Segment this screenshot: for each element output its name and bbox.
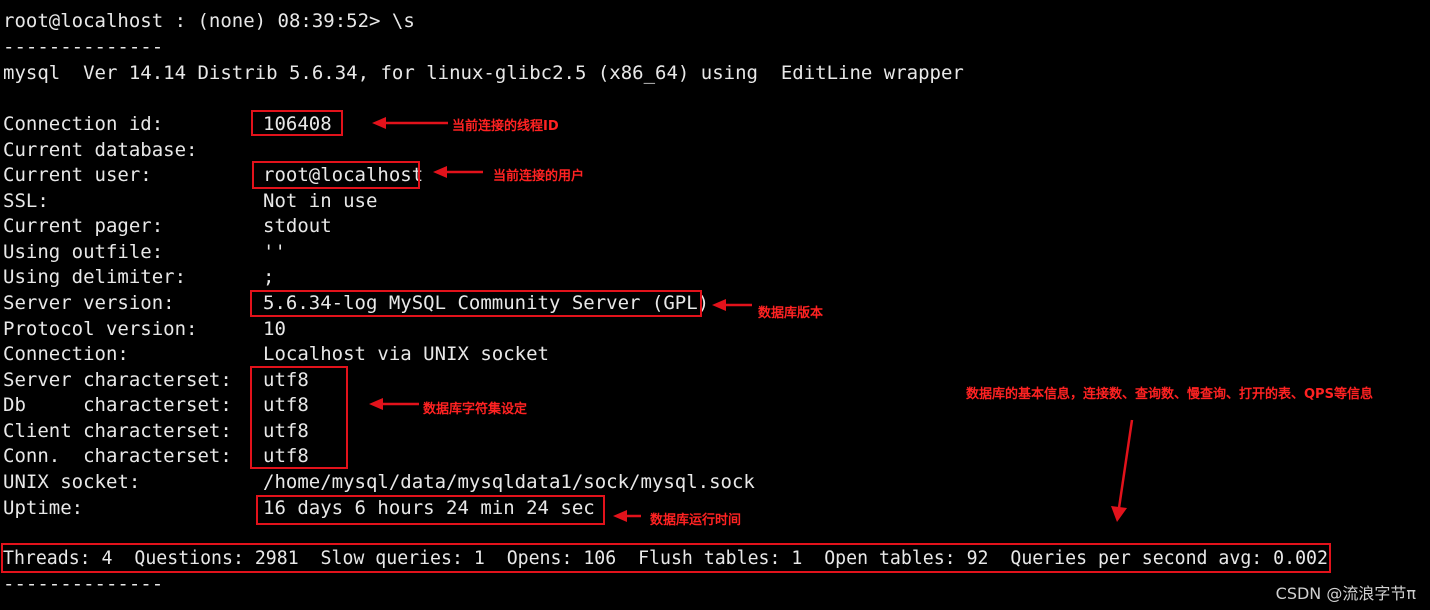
row-label: Using delimiter: [3, 266, 187, 288]
arrow-connection-id [372, 117, 448, 129]
highlight-uptime [256, 495, 605, 525]
row-label: Db characterset: [3, 394, 232, 416]
row-label: Protocol version: [3, 318, 198, 340]
separator-bottom: -------------- [3, 573, 164, 595]
arrow-charset [369, 398, 419, 410]
row-label: UNIX socket: [3, 471, 141, 493]
row-label: Current pager: [3, 215, 164, 237]
arrow-server-version [712, 299, 752, 311]
annotation-stats: 数据库的基本信息，连接数、查询数、慢查询、打开的表、QPS等信息 [966, 387, 1373, 402]
row-label: Current database: [3, 139, 198, 161]
highlight-server-version [250, 290, 702, 317]
row-label: Server characterset: [3, 369, 232, 391]
row-label: Current user: [3, 164, 152, 186]
row-unix-socket: UNIX socket: /home/mysql/data/mysqldata1/… [3, 471, 755, 493]
annotation-charset: 数据库字符集设定 [423, 402, 528, 417]
row-value: 10 [263, 318, 286, 340]
highlight-current-user [252, 161, 420, 189]
row-label: Connection id: [3, 113, 164, 135]
row-label: Connection: [3, 343, 129, 365]
highlight-stats [1, 543, 1331, 573]
row-connection: Connection: Localhost via UNIX socket [3, 343, 549, 365]
row-value: '' [263, 241, 286, 263]
row-label: Conn. characterset: [3, 445, 232, 467]
version-line: mysql Ver 14.14 Distrib 5.6.34, for linu… [3, 62, 964, 84]
arrow-uptime [613, 510, 641, 522]
row-protocol-version: Protocol version: 10 [3, 318, 286, 340]
row-value: Not in use [263, 190, 378, 212]
arrow-current-user [433, 166, 483, 178]
annotation-uptime: 数据库运行时间 [650, 513, 742, 528]
row-label: Server version: [3, 292, 175, 314]
row-using-delimiter: Using delimiter:; [3, 266, 274, 288]
row-value: /home/mysql/data/mysqldata1/sock/mysql.s… [263, 471, 755, 493]
annotation-server-version: 数据库版本 [758, 306, 824, 321]
command-prompt: root@localhost : (none) 08:39:52> \s [3, 10, 415, 32]
row-current-pager: Current pager: stdout [3, 215, 332, 237]
separator-top: -------------- [3, 36, 164, 58]
row-using-outfile: Using outfile: '' [3, 241, 286, 263]
row-label: Using outfile: [3, 241, 164, 263]
row-label: Client characterset: [3, 420, 232, 442]
row-current-database: Current database: [3, 139, 263, 161]
row-label: SSL: [3, 190, 49, 212]
arrow-stats [1111, 419, 1134, 522]
row-value: Localhost via UNIX socket [263, 343, 549, 365]
watermark: CSDN @流浪字节π [1275, 584, 1416, 603]
row-label: Uptime: [3, 497, 84, 519]
highlight-connection-id [251, 110, 343, 136]
row-value: stdout [263, 215, 332, 237]
highlight-charset [250, 366, 348, 469]
row-value: ; [263, 266, 275, 288]
row-ssl: SSL: Not in use [3, 190, 377, 212]
annotation-current-user: 当前连接的用户 [493, 169, 585, 184]
annotation-connection-id: 当前连接的线程ID [452, 119, 559, 134]
